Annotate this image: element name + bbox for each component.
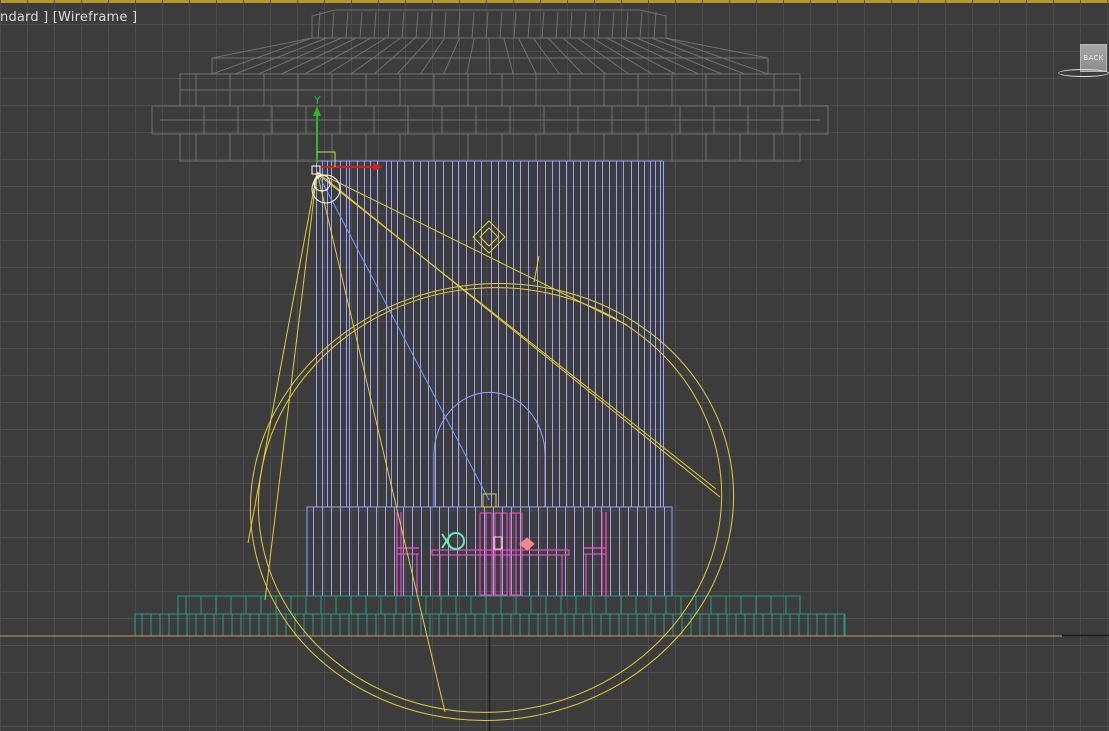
light-target [482,493,497,508]
dome-rib [234,37,327,75]
dome-rib [373,37,416,75]
floor-platform-wireframe[interactable] [0,595,1062,637]
light-helper-diamond [472,220,506,254]
viewcube-compass-ring[interactable] [1058,69,1109,77]
y-axis-label: Y [313,94,321,107]
viewcube[interactable]: BACK [1056,42,1109,82]
dome-rib [281,37,357,75]
dome-rib [518,37,537,75]
dome-rib [488,37,491,75]
wireframe-viewport[interactable]: Y ndard ] [Wireframe ] BACK [0,0,1109,731]
dome-rib [350,37,401,75]
viewcube-face-back[interactable]: BACK [1080,44,1107,72]
dome-rib [396,37,431,75]
ceiling-band [179,133,801,162]
light-direction-line [316,171,490,501]
dome-rib [443,37,460,75]
light-helper-line [533,255,540,283]
dome-rib [621,37,699,75]
dome-rib [466,37,475,75]
light-helper-diamond [479,227,499,247]
light-cone-edge [316,171,446,713]
light-cone-edge [319,175,717,490]
viewport-grid [0,0,1109,731]
dome-rib [591,37,653,75]
dome-rib [304,37,372,75]
floor-step-upper [177,595,801,615]
dome-rib [547,37,584,75]
light-cone-edge [247,171,318,544]
dome-rib [503,37,514,75]
ceiling-dome-wireframe[interactable] [151,9,829,162]
dome-rib [532,37,560,75]
dome-rib [636,37,722,75]
dome-rib [562,37,607,75]
curtain-wireframe[interactable] [306,160,673,597]
curtain-base [306,506,673,597]
dome-rib [665,37,769,75]
viewport-label[interactable]: ndard ] [Wireframe ] [0,10,137,25]
dome-rib [327,37,387,75]
scene-canvas[interactable]: Y [0,0,1109,731]
y-axis-head [313,106,321,116]
